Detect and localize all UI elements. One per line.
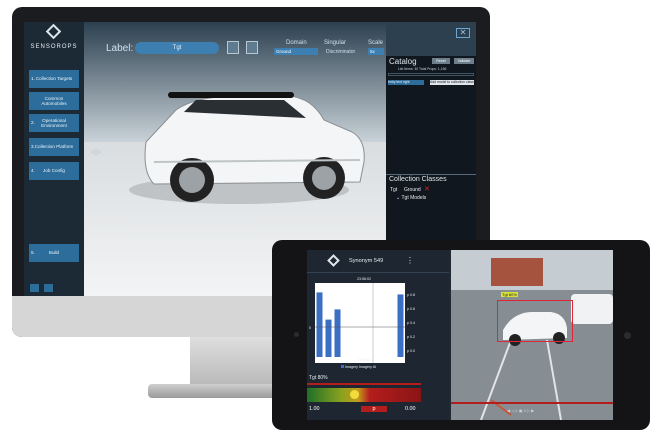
class-tgt-models[interactable]: ⌄ Tgt Models xyxy=(396,195,426,201)
mid-tick: 0 xyxy=(309,326,311,330)
nav-label: Collection Targets xyxy=(35,76,73,82)
save-icon[interactable] xyxy=(227,41,239,54)
nav-common-automobiles[interactable]: Common Automobiles xyxy=(29,92,79,110)
chart-bar xyxy=(325,319,332,357)
nav-number: 5. xyxy=(31,250,35,256)
catalog-title: Catalog xyxy=(389,57,417,66)
scale-label: Scale xyxy=(368,40,384,46)
catalog-slider[interactable] xyxy=(388,73,474,76)
chart-legend: Imagery Imagery AI xyxy=(341,365,376,369)
nav-collection-targets[interactable]: 1. Collection Targets xyxy=(29,70,79,88)
logo-icon xyxy=(327,254,340,267)
domain-label: Domain xyxy=(286,40,307,46)
y-tick: p 0.6 xyxy=(407,307,415,311)
chart-bar xyxy=(316,292,323,357)
reset-button[interactable]: Reset xyxy=(432,58,450,64)
header-divider xyxy=(307,272,449,273)
panel-divider xyxy=(386,174,476,175)
chart-area xyxy=(315,283,405,363)
nav-label: Job Config xyxy=(43,168,65,174)
domain-dropdown[interactable]: Ground xyxy=(274,48,318,55)
tablet-camera xyxy=(294,332,299,337)
bar-chart xyxy=(315,283,405,363)
settings-icon[interactable] xyxy=(30,284,39,292)
class-tgt[interactable]: Tgt xyxy=(390,187,397,193)
nav-number: 3. xyxy=(31,144,35,150)
y-tick: p 0.4 xyxy=(407,321,415,325)
tablet-left-panel: Synonym 549 ⋮ 23:56:02 p 0.8 p 0.6 p 0.4… xyxy=(307,250,449,420)
class-tgt-models-label: Tgt Models xyxy=(401,195,427,201)
playback-controls[interactable]: ◀ ◁ 1 ▣ 3 ▷ ▶ xyxy=(507,408,534,413)
remove-icon[interactable]: ✕ xyxy=(424,185,430,193)
legend-text: Imagery Imagery AI xyxy=(345,365,377,369)
tablet-button xyxy=(624,332,631,339)
close-icon[interactable]: ✕ xyxy=(456,28,470,38)
logo-icon xyxy=(45,23,62,40)
tgt-percent: Tgt 80% xyxy=(309,375,328,381)
tablet-screen: Synonym 549 ⋮ 23:56:02 p 0.8 p 0.6 p 0.4… xyxy=(307,250,613,420)
nav-number: 2. xyxy=(31,120,35,126)
y-tick: p 0.2 xyxy=(407,335,415,339)
y-tick: p 0.8 xyxy=(407,293,415,297)
sidebar: SENSOROPS 1. Collection Targets Common Au… xyxy=(24,22,84,296)
label-caption: Label: xyxy=(106,43,134,54)
detection-label: Tgt 80% xyxy=(501,292,518,297)
nav-operational-environment[interactable]: 2. Operational Environment xyxy=(29,114,79,132)
chart-bar xyxy=(334,309,341,357)
legend-swatch xyxy=(341,365,344,368)
discriminator-toggle[interactable]: Discriminator xyxy=(326,49,355,55)
meter-value: p xyxy=(361,406,387,412)
nav-label: Collection Platform xyxy=(34,144,74,150)
catalog-list-item[interactable]: entry text right xyxy=(388,80,424,85)
class-ground[interactable]: Ground xyxy=(404,187,421,193)
catalog-tooltip: Add model to collection class xyxy=(430,80,474,85)
meter-handle-icon[interactable] xyxy=(350,390,359,399)
time-bottom: 23:56:02 xyxy=(357,358,371,362)
alert-line xyxy=(307,383,421,385)
nav-label: Operational Environment xyxy=(41,117,67,128)
nav-label: Build xyxy=(48,250,60,256)
timeline-bar[interactable] xyxy=(451,402,613,404)
scale-dropdown[interactable]: 5x xyxy=(368,48,384,55)
validate-button[interactable]: Validate xyxy=(454,58,474,64)
nav-job-config[interactable]: 4. Job Config xyxy=(29,162,79,180)
y-tick: p 0.0 xyxy=(407,349,415,353)
meter-min: 1.00 xyxy=(309,406,320,412)
info-icon[interactable] xyxy=(44,284,53,292)
camera-feed[interactable]: Tgt 80% ◀ ◁ 1 ▣ 3 ▷ ▶ xyxy=(451,250,613,420)
nav-collection-platform[interactable]: 3. Collection Platform xyxy=(29,138,79,156)
nav-number: 4. xyxy=(31,168,35,174)
brand-name: SENSOROPS xyxy=(30,44,78,50)
time-top: 23:56:02 xyxy=(357,277,371,281)
singular-label: Singular xyxy=(324,40,347,46)
nav-label: Common Automobiles xyxy=(41,95,67,106)
upload-icon[interactable] xyxy=(246,41,258,54)
build-button[interactable]: 5. Build xyxy=(29,244,79,262)
meter-max: 0.00 xyxy=(405,406,416,412)
confidence-meter[interactable] xyxy=(307,388,421,402)
more-icon[interactable]: ⋮ xyxy=(406,256,414,265)
catalog-stats: List Items: 30 Total Props: 1,156 xyxy=(398,67,447,71)
collection-classes-title: Collection Classes xyxy=(389,176,447,183)
detection-box[interactable] xyxy=(497,300,573,342)
chart-bar xyxy=(397,294,404,357)
label-input[interactable]: Tgt xyxy=(135,42,219,54)
tablet-title: Synonym 549 xyxy=(349,258,384,264)
nav-number: 1. xyxy=(31,76,35,82)
